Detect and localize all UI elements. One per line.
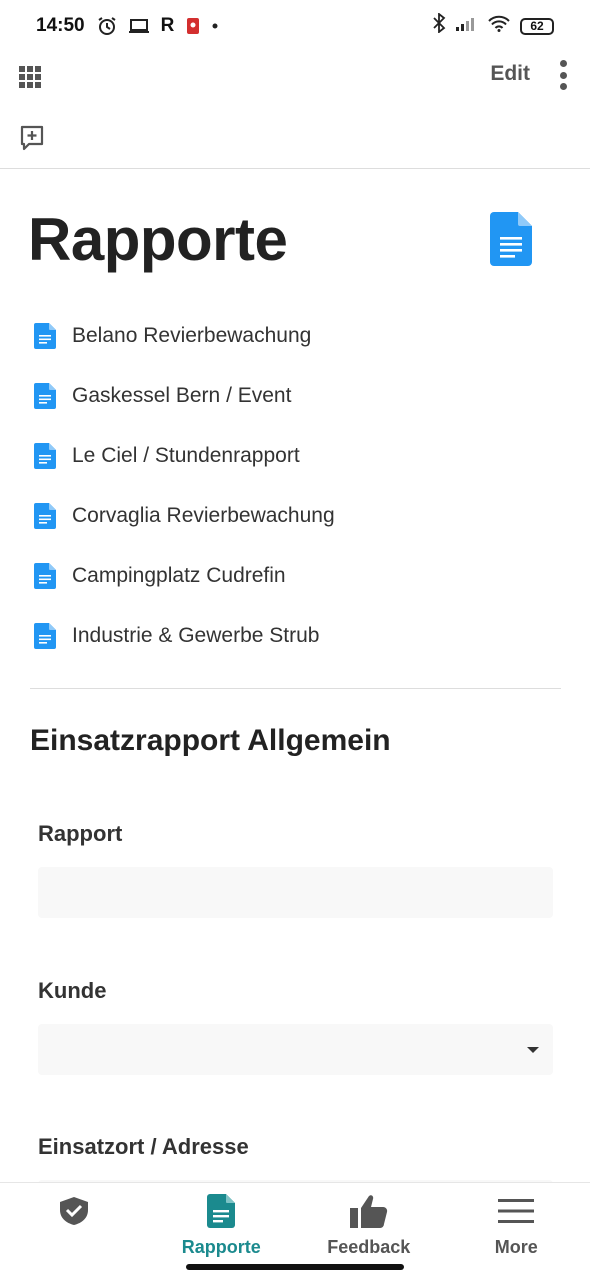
status-time: 14:50	[36, 15, 85, 37]
rapport-input[interactable]	[38, 867, 553, 918]
signal-icon	[456, 15, 478, 37]
thumbs-up-icon	[350, 1193, 388, 1229]
list-item[interactable]: Industrie & Gewerbe Strub	[34, 606, 554, 666]
kunde-dropdown[interactable]	[38, 1024, 553, 1075]
notification-letter: R	[161, 15, 175, 37]
page-title: Rapporte	[28, 205, 287, 274]
list-item-label: Corvaglia Revierbewachung	[72, 504, 335, 528]
menu-icon	[498, 1193, 534, 1229]
list-item[interactable]: Gaskessel Bern / Event	[34, 366, 554, 426]
document-icon	[34, 563, 56, 589]
document-icon	[34, 383, 56, 409]
screen-cast-icon	[129, 18, 149, 34]
tab-shield[interactable]	[0, 1183, 148, 1281]
document-icon	[34, 503, 56, 529]
list-item-label: Belano Revierbewachung	[72, 324, 311, 348]
google-doc-icon	[490, 212, 532, 271]
document-icon	[34, 323, 56, 349]
edit-button[interactable]: Edit	[490, 62, 530, 86]
tab-label: Rapporte	[182, 1237, 261, 1258]
list-item[interactable]: Corvaglia Revierbewachung	[34, 486, 554, 546]
tab-more[interactable]: More	[443, 1183, 590, 1281]
add-comment-icon[interactable]	[20, 125, 44, 151]
list-item[interactable]: Le Ciel / Stundenrapport	[34, 426, 554, 486]
toolbar: Edit	[0, 52, 590, 98]
list-item-label: Campingplatz Cudrefin	[72, 564, 286, 588]
document-icon	[34, 443, 56, 469]
list-item-label: Le Ciel / Stundenrapport	[72, 444, 300, 468]
status-bar: 14:50 R 62	[0, 0, 590, 52]
section-divider	[30, 688, 561, 689]
tab-label: More	[495, 1237, 538, 1258]
more-vert-icon[interactable]	[558, 60, 568, 90]
document-icon	[34, 623, 56, 649]
dropdown-caret-icon	[527, 1047, 539, 1053]
battery-icon: 62	[520, 18, 554, 35]
list-item-label: Industrie & Gewerbe Strub	[72, 624, 319, 648]
wifi-icon	[488, 15, 510, 38]
tab-label: Feedback	[327, 1237, 410, 1258]
home-indicator	[186, 1264, 404, 1270]
dot-icon	[212, 23, 218, 29]
rapport-label: Rapport	[38, 821, 122, 847]
kunde-label: Kunde	[38, 978, 106, 1004]
einsatzort-label: Einsatzort / Adresse	[38, 1134, 249, 1160]
apps-grid-icon[interactable]	[19, 66, 41, 88]
notification-app-icon	[186, 17, 200, 35]
form-title: Einsatzrapport Allgemein	[30, 724, 391, 758]
list-item-label: Gaskessel Bern / Event	[72, 384, 291, 408]
document-list: Belano Revierbewachung Gaskessel Bern / …	[34, 306, 554, 666]
bluetooth-icon	[432, 13, 446, 39]
alarm-icon	[97, 16, 117, 36]
list-item[interactable]: Belano Revierbewachung	[34, 306, 554, 366]
list-item[interactable]: Campingplatz Cudrefin	[34, 546, 554, 606]
document-icon	[207, 1193, 235, 1229]
shield-check-icon	[58, 1193, 90, 1229]
toolbar-divider	[0, 168, 590, 169]
